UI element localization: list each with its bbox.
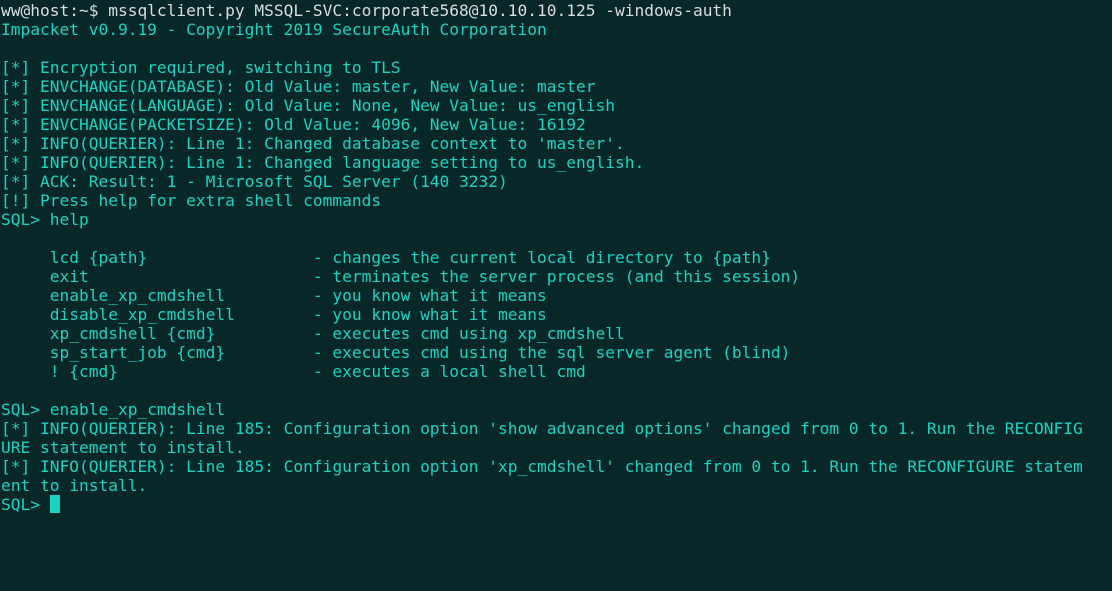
terminal-line: xp_cmdshell {cmd} - executes cmd using x… <box>1 324 625 343</box>
terminal-line: [!] Press help for extra shell commands <box>1 191 382 210</box>
terminal-line: exit - terminates the server process (an… <box>1 267 801 286</box>
terminal-line: sp_start_job {cmd} - executes cmd using … <box>1 343 791 362</box>
terminal-line: ww@host:~$ mssqlclient.py MSSQL-SVC:corp… <box>1 1 732 20</box>
terminal-line: SQL> enable_xp_cmdshell <box>1 400 226 419</box>
terminal-window[interactable]: ww@host:~$ mssqlclient.py MSSQL-SVC:corp… <box>0 0 1112 591</box>
terminal-line: lcd {path} - changes the current local d… <box>1 248 771 267</box>
terminal-line: ! {cmd} - executes a local shell cmd <box>1 362 586 381</box>
terminal-line: SQL> help <box>1 210 89 229</box>
terminal-line: [*] ENVCHANGE(LANGUAGE): Old Value: None… <box>1 96 615 115</box>
terminal-line: enable_xp_cmdshell - you know what it me… <box>1 286 547 305</box>
terminal-line: disable_xp_cmdshell - you know what it m… <box>1 305 547 324</box>
terminal-line: [*] INFO(QUERIER): Line 1: Changed datab… <box>1 134 625 153</box>
terminal-input-line[interactable]: SQL> <box>1 495 1112 514</box>
terminal-output: ww@host:~$ mssqlclient.py MSSQL-SVC:corp… <box>1 1 1112 514</box>
terminal-line: [*] ACK: Result: 1 - Microsoft SQL Serve… <box>1 172 508 191</box>
terminal-line: ent to install. <box>1 476 148 495</box>
terminal-line: [*] INFO(QUERIER): Line 1: Changed langu… <box>1 153 645 172</box>
terminal-line: [*] INFO(QUERIER): Line 185: Configurati… <box>1 457 1083 476</box>
terminal-line: [*] INFO(QUERIER): Line 185: Configurati… <box>1 419 1083 438</box>
terminal-line: [*] ENVCHANGE(PACKETSIZE): Old Value: 40… <box>1 115 586 134</box>
terminal-line: [*] ENVCHANGE(DATABASE): Old Value: mast… <box>1 77 596 96</box>
terminal-line: URE statement to install. <box>1 438 245 457</box>
terminal-line: Impacket v0.9.19 - Copyright 2019 Secure… <box>1 20 547 39</box>
terminal-line: [*] Encryption required, switching to TL… <box>1 58 401 77</box>
text-cursor[interactable] <box>49 495 60 513</box>
sql-prompt: SQL> <box>1 495 50 514</box>
